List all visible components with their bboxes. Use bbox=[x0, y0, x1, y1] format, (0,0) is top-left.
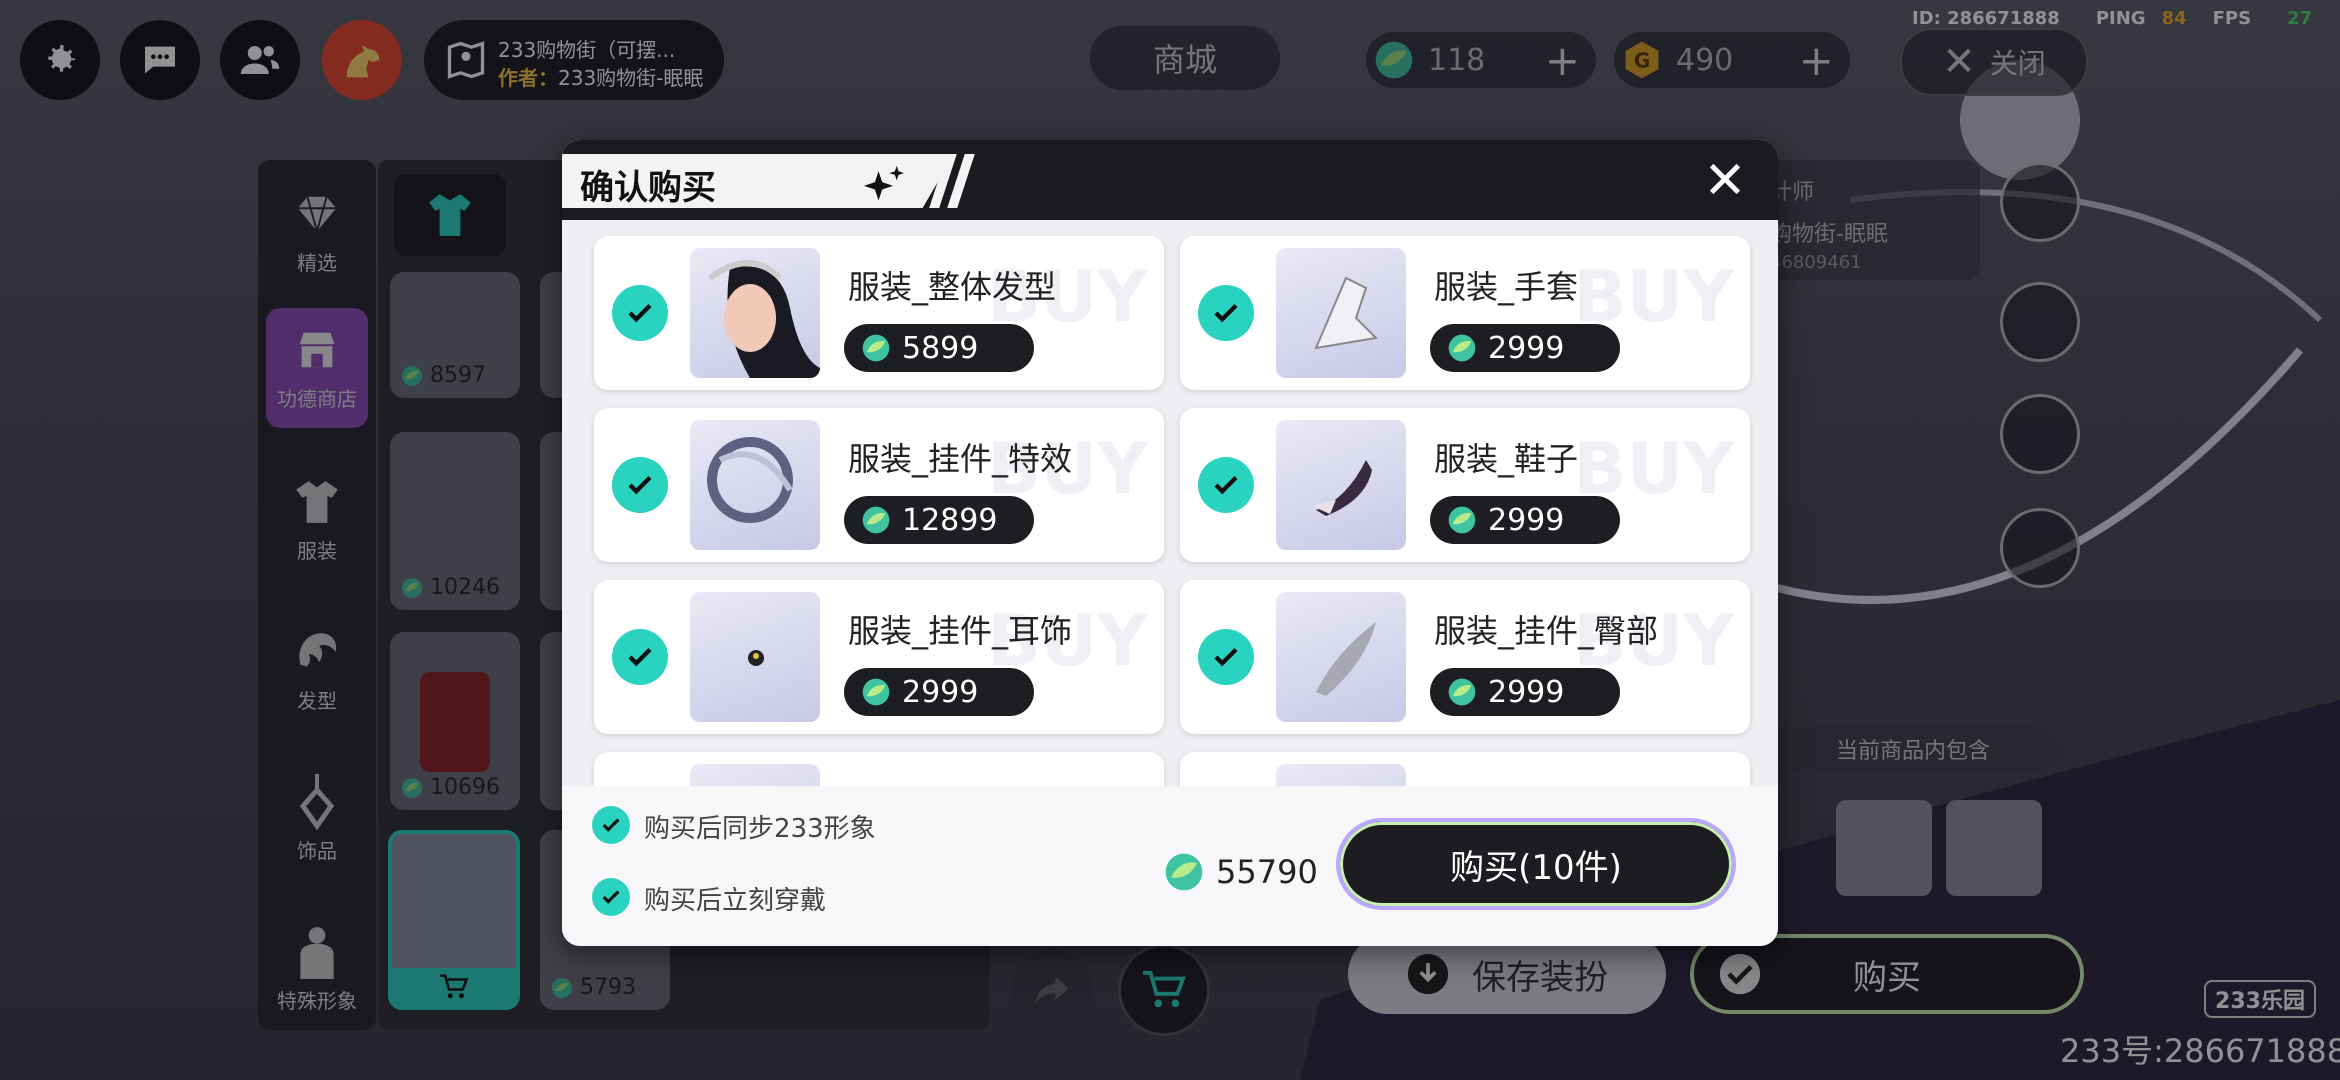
item-price: 2999 bbox=[1430, 324, 1620, 372]
leaf-coin-icon bbox=[862, 334, 890, 362]
item-thumbnail bbox=[1276, 420, 1406, 550]
purchase-item[interactable]: BUY 服装_挂件_耳饰 2999 bbox=[594, 580, 1164, 734]
item-checkbox[interactable] bbox=[1198, 629, 1254, 685]
item-name: 服装_手套 bbox=[1434, 268, 1579, 306]
item-thumbnail bbox=[1276, 248, 1406, 378]
leaf-coin-icon bbox=[862, 678, 890, 706]
item-thumbnail bbox=[690, 248, 820, 378]
total-price: 55790 bbox=[1162, 850, 1318, 894]
dialog-title: 确认购买 bbox=[580, 168, 716, 208]
item-thumbnail bbox=[1276, 592, 1406, 722]
check-icon bbox=[602, 818, 620, 832]
item-checkbox[interactable] bbox=[1198, 457, 1254, 513]
leaf-coin-icon bbox=[1448, 506, 1476, 534]
item-thumbnail bbox=[1276, 764, 1406, 786]
item-price: 2999 bbox=[844, 668, 1034, 716]
item-thumbnail bbox=[690, 420, 820, 550]
item-name: 服装_挂件_耳饰 bbox=[848, 612, 1073, 650]
purchase-item[interactable]: BUY 服装_挂件_臀部 2999 bbox=[1180, 580, 1750, 734]
check-icon bbox=[1214, 647, 1238, 667]
check-icon bbox=[628, 303, 652, 323]
check-icon bbox=[628, 475, 652, 495]
item-price: 2999 bbox=[1430, 668, 1620, 716]
leaf-coin-icon bbox=[862, 506, 890, 534]
item-name: 服装_挂件_臀部 bbox=[1434, 612, 1659, 650]
item-name: 服装_挂件_特效 bbox=[848, 440, 1073, 478]
item-checkbox[interactable] bbox=[612, 457, 668, 513]
sync-avatar-label: 购买后同步233形象 bbox=[644, 814, 876, 844]
item-name: 服装_整体发型 bbox=[848, 268, 1057, 306]
confirm-purchase-dialog: 确认购买 BUY 服装_整体发型 5899 BUY 服装_手套 2999 BUY… bbox=[562, 140, 1778, 946]
purchase-item[interactable]: BUY 服装_挂件_特效 12899 bbox=[594, 408, 1164, 562]
item-checkbox[interactable] bbox=[1198, 285, 1254, 341]
leaf-coin-icon bbox=[1448, 334, 1476, 362]
dialog-footer: 购买后同步233形象 购买后立刻穿戴 55790 购买(10件) bbox=[562, 786, 1778, 946]
item-price: 2999 bbox=[1430, 496, 1620, 544]
purchase-item[interactable]: BUY 服装_鞋子 2999 bbox=[1180, 408, 1750, 562]
purchase-item[interactable]: BUY 服装_手套 2999 bbox=[1180, 236, 1750, 390]
item-thumbnail bbox=[690, 764, 820, 786]
confirm-buy-button[interactable]: 购买(10件) bbox=[1336, 818, 1736, 910]
sparkle-icon bbox=[864, 165, 904, 201]
item-checkbox[interactable] bbox=[612, 629, 668, 685]
check-icon bbox=[1214, 475, 1238, 495]
purchase-item[interactable] bbox=[1180, 752, 1750, 786]
purchase-item[interactable] bbox=[594, 752, 1164, 786]
wear-now-checkbox[interactable] bbox=[592, 878, 630, 916]
check-icon bbox=[1214, 303, 1238, 323]
wear-now-label: 购买后立刻穿戴 bbox=[644, 886, 827, 916]
check-icon bbox=[628, 647, 652, 667]
dialog-header: 确认购买 bbox=[562, 140, 1778, 220]
item-price: 12899 bbox=[844, 496, 1034, 544]
purchase-item-list[interactable]: BUY 服装_整体发型 5899 BUY 服装_手套 2999 BUY 服装_挂… bbox=[562, 220, 1778, 786]
item-thumbnail bbox=[690, 592, 820, 722]
close-dialog-button[interactable] bbox=[1702, 156, 1748, 202]
item-name: 服装_鞋子 bbox=[1434, 440, 1579, 478]
item-price: 5899 bbox=[844, 324, 1034, 372]
close-icon bbox=[1709, 163, 1741, 195]
item-checkbox[interactable] bbox=[612, 285, 668, 341]
leaf-coin-icon bbox=[1448, 678, 1476, 706]
leaf-coin-icon bbox=[1165, 853, 1203, 891]
check-icon bbox=[602, 890, 620, 904]
purchase-item[interactable]: BUY 服装_整体发型 5899 bbox=[594, 236, 1164, 390]
sync-avatar-checkbox[interactable] bbox=[592, 806, 630, 844]
